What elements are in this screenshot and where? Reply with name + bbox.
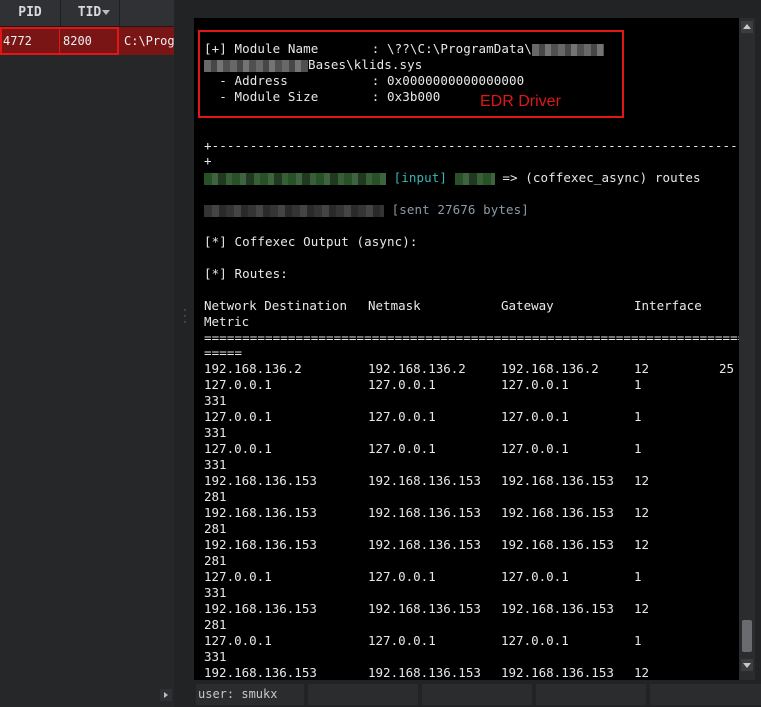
equals-line: ========================================… [204, 330, 739, 345]
status-bar: user: smukx [194, 684, 761, 707]
route-destination: 127.0.0.1 [204, 441, 272, 456]
route-destination: 127.0.0.1 [204, 569, 272, 584]
route-gateway: 127.0.0.1 [501, 633, 569, 648]
route-destination: 192.168.136.2 [204, 361, 302, 376]
command-text: => (coffexec_async) routes [502, 170, 701, 185]
route-destination: 127.0.0.1 [204, 377, 272, 392]
route-netmask: 192.168.136.153 [368, 537, 481, 552]
route-interface: 1 [634, 633, 642, 648]
scroll-thumb[interactable] [742, 620, 752, 652]
route-interface: 12 [634, 361, 650, 376]
header-netmask: Netmask [368, 298, 421, 313]
scroll-down-icon[interactable] [741, 659, 753, 671]
route-gateway: 192.168.136.153 [501, 601, 614, 616]
expand-arrow-icon[interactable] [160, 689, 172, 701]
route-gateway: 127.0.0.1 [501, 569, 569, 584]
process-panel: PID TID 4772 8200 C:\Prog [0, 0, 174, 707]
route-netmask: 127.0.0.1 [368, 441, 436, 456]
sort-arrow-icon[interactable] [102, 10, 110, 15]
separator-line: +---------------------------------------… [204, 138, 738, 153]
redacted-text [454, 172, 495, 185]
route-metric: 281 [204, 521, 227, 536]
coffexec-output-line: [*] Coffexec Output (async): [204, 234, 418, 249]
redacted-text [204, 204, 384, 217]
route-interface: 12 [634, 473, 650, 488]
route-netmask: 192.168.136.153 [368, 601, 481, 616]
column-header-tid[interactable]: TID [60, 0, 120, 26]
route-interface: 12 [634, 537, 650, 552]
route-metric: 331 [204, 393, 227, 408]
sent-line: [sent 27676 bytes] [204, 202, 529, 217]
terminal-scrollbar[interactable] [739, 18, 755, 680]
route-destination: 192.168.136.153 [204, 537, 317, 552]
route-gateway: 127.0.0.1 [501, 441, 569, 456]
route-destination: 192.168.136.153 [204, 601, 317, 616]
status-segment [308, 684, 418, 705]
redacted-text [204, 172, 386, 185]
status-segment [536, 684, 646, 705]
route-destination: 127.0.0.1 [204, 409, 272, 424]
route-metric: 281 [204, 489, 227, 504]
equals-end: ===== [204, 345, 243, 360]
route-destination: 127.0.0.1 [204, 633, 272, 648]
sent-bytes: [sent 27676 bytes] [391, 202, 529, 217]
route-interface: 12 [634, 505, 650, 520]
route-destination: 192.168.136.153 [204, 505, 317, 520]
command-line: [input] => (coffexec_async) routes [204, 170, 701, 185]
route-destination: 192.168.136.153 [204, 665, 317, 680]
header-interface: Interface [634, 298, 702, 313]
route-netmask: 192.168.136.153 [368, 665, 481, 680]
route-metric: 281 [204, 617, 227, 632]
route-gateway: 192.168.136.153 [501, 505, 614, 520]
process-table-header: PID TID [0, 0, 174, 27]
input-tag: [input] [393, 170, 448, 185]
process-path: C:\Prog [124, 34, 174, 48]
status-user: user: smukx [196, 684, 304, 705]
scroll-up-icon[interactable] [741, 21, 753, 33]
route-metric: 331 [204, 649, 227, 664]
route-netmask: 192.168.136.153 [368, 505, 481, 520]
header-gateway: Gateway [501, 298, 554, 313]
route-netmask: 127.0.0.1 [368, 377, 436, 392]
route-netmask: 192.168.136.153 [368, 473, 481, 488]
route-interface: 1 [634, 409, 642, 424]
terminal-output[interactable]: [+] Module Name : \??\C:\ProgramData\ Ba… [194, 18, 739, 680]
route-netmask: 192.168.136.2 [368, 361, 466, 376]
route-metric: 331 [204, 457, 227, 472]
route-interface: 1 [634, 441, 642, 456]
column-header-pid[interactable]: PID [0, 0, 61, 26]
route-gateway: 127.0.0.1 [501, 377, 569, 392]
status-segment [650, 684, 761, 705]
edr-driver-annotation: EDR Driver [480, 93, 561, 110]
route-metric: 281 [204, 553, 227, 568]
separator-end: + [204, 153, 212, 168]
route-netmask: 127.0.0.1 [368, 409, 436, 424]
highlight-divider [59, 29, 60, 53]
route-gateway: 192.168.136.153 [501, 473, 614, 488]
route-metric: 331 [204, 425, 227, 440]
header-destination: Network Destination [204, 298, 347, 313]
route-interface: 12 [634, 601, 650, 616]
status-segment [422, 684, 532, 705]
route-gateway: 127.0.0.1 [501, 409, 569, 424]
route-destination: 192.168.136.153 [204, 473, 317, 488]
route-metric: 331 [204, 585, 227, 600]
route-gateway: 192.168.136.2 [501, 361, 599, 376]
route-netmask: 127.0.0.1 [368, 569, 436, 584]
route-interface: 1 [634, 377, 642, 392]
route-metric: 25 [719, 361, 735, 376]
route-gateway: 192.168.136.153 [501, 665, 614, 680]
route-gateway: 192.168.136.153 [501, 537, 614, 552]
splitter-grip-icon[interactable]: · · · [182, 307, 188, 328]
route-interface: 1 [634, 569, 642, 584]
routes-header-line: [*] Routes: [204, 266, 288, 281]
header-metric: Metric [204, 314, 250, 329]
route-interface: 12 [634, 665, 650, 680]
route-netmask: 127.0.0.1 [368, 633, 436, 648]
